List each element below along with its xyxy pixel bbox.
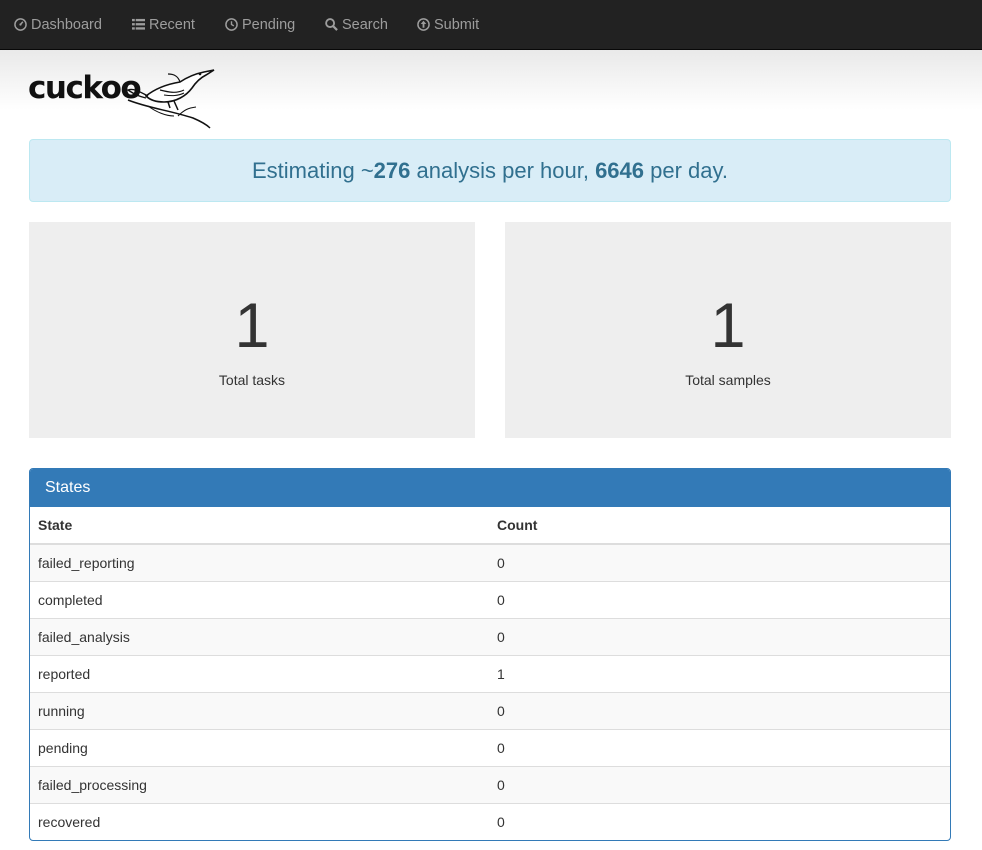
states-panel-title: States — [30, 469, 950, 507]
table-row: recovered 0 — [30, 802, 950, 840]
nav-dashboard-label: Dashboard — [31, 16, 102, 33]
table-row: pending 0 — [30, 728, 950, 766]
per-hour-value: 276 — [373, 157, 411, 183]
state-cell: failed_processing — [30, 765, 489, 803]
total-tasks-value: 1 — [234, 291, 270, 361]
states-panel: States State Count failed_reporting 0 co… — [29, 468, 951, 841]
search-icon — [325, 18, 338, 31]
state-cell: failed_reporting — [30, 544, 489, 581]
clock-icon — [225, 18, 238, 31]
count-cell: 0 — [489, 728, 950, 766]
cuckoo-logo[interactable]: cuckoo — [28, 66, 218, 132]
state-cell: reported — [30, 654, 489, 692]
count-cell: 0 — [489, 544, 950, 581]
nav-search[interactable]: Search — [325, 0, 388, 49]
per-day-value: 6646 — [595, 157, 645, 183]
state-cell: pending — [30, 728, 489, 766]
table-row: failed_analysis 0 — [30, 617, 950, 655]
total-samples-label: Total samples — [685, 372, 771, 388]
nav-search-label: Search — [342, 16, 388, 33]
nav-pending[interactable]: Pending — [225, 0, 295, 49]
total-tasks-label: Total tasks — [218, 372, 286, 388]
list-icon — [132, 18, 145, 30]
total-samples-value: 1 — [710, 291, 746, 361]
total-tasks-box: 1 Total tasks — [29, 222, 475, 438]
nav-recent[interactable]: Recent — [132, 0, 195, 49]
cuckoo-bird-icon — [126, 69, 215, 129]
upload-icon — [417, 18, 430, 31]
table-row: failed_reporting 0 — [30, 544, 950, 581]
estimate-alert: Estimating ~276 analysis per hour, 6646 … — [29, 139, 951, 202]
states-table: State Count failed_reporting 0 completed… — [30, 507, 950, 840]
table-row: running 0 — [30, 691, 950, 729]
count-cell: 0 — [489, 617, 950, 655]
state-cell: completed — [30, 580, 489, 618]
count-cell: 0 — [489, 765, 950, 803]
nav-recent-label: Recent — [149, 16, 195, 33]
column-header-count: Count — [489, 507, 950, 545]
estimate-text: Estimating ~276 analysis per hour, 6646 … — [252, 157, 728, 183]
table-row: failed_processing 0 — [30, 765, 950, 803]
state-cell: recovered — [30, 802, 489, 840]
table-header-row: State Count — [30, 507, 950, 545]
count-cell: 0 — [489, 580, 950, 618]
nav-pending-label: Pending — [242, 16, 296, 33]
table-row: completed 0 — [30, 580, 950, 618]
top-navbar: Dashboard Recent Pending Search Submit — [0, 0, 982, 50]
count-cell: 1 — [489, 654, 950, 692]
total-samples-box: 1 Total samples — [505, 222, 951, 438]
nav-dashboard[interactable]: Dashboard — [14, 0, 102, 49]
dashboard-icon — [14, 18, 27, 31]
column-header-state: State — [30, 507, 489, 545]
nav-submit[interactable]: Submit — [417, 0, 479, 49]
state-cell: running — [30, 691, 489, 729]
count-cell: 0 — [489, 691, 950, 729]
count-cell: 0 — [489, 802, 950, 840]
table-row: reported 1 — [30, 654, 950, 692]
nav-submit-label: Submit — [434, 16, 480, 33]
state-cell: failed_analysis — [30, 617, 489, 655]
